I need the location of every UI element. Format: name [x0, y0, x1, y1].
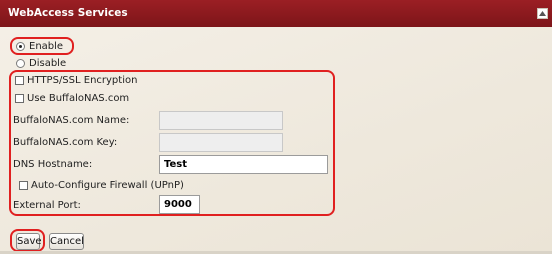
- panel-title: WebAccess Services: [8, 7, 128, 19]
- cancel-button[interactable]: Cancel: [49, 233, 84, 250]
- buffalonas-key-label: BuffaloNAS.com Key:: [13, 137, 118, 148]
- https-ssl-option[interactable]: HTTPS/SSL Encryption: [15, 75, 137, 86]
- save-button[interactable]: Save: [16, 233, 42, 250]
- panel-header: WebAccess Services: [0, 0, 552, 27]
- external-port-label: External Port:: [13, 200, 81, 211]
- collapse-up-icon[interactable]: [537, 8, 548, 19]
- use-buffalonas-option[interactable]: Use BuffaloNAS.com: [15, 93, 129, 104]
- dns-hostname-field[interactable]: Test: [159, 155, 328, 174]
- buffalonas-name-field[interactable]: [159, 111, 283, 130]
- upnp-checkbox[interactable]: [19, 181, 28, 190]
- disable-label: Disable: [29, 58, 67, 69]
- upnp-label: Auto-Configure Firewall (UPnP): [31, 180, 184, 191]
- dns-hostname-label: DNS Hostname:: [13, 159, 93, 170]
- https-ssl-label: HTTPS/SSL Encryption: [27, 75, 138, 86]
- buffalonas-name-label: BuffaloNAS.com Name:: [13, 115, 130, 126]
- disable-option[interactable]: Disable: [16, 58, 66, 69]
- panel-content: Enable Disable HTTPS/SSL Encryption Use …: [0, 27, 552, 254]
- use-buffalonas-checkbox[interactable]: [15, 94, 24, 103]
- https-ssl-checkbox[interactable]: [15, 76, 24, 85]
- buffalonas-key-field[interactable]: [159, 133, 283, 152]
- upnp-option[interactable]: Auto-Configure Firewall (UPnP): [19, 180, 184, 191]
- enable-label: Enable: [29, 41, 64, 52]
- disable-radio[interactable]: [16, 59, 25, 68]
- use-buffalonas-label: Use BuffaloNAS.com: [27, 93, 130, 104]
- enable-radio[interactable]: [16, 42, 25, 51]
- external-port-field[interactable]: 9000: [159, 195, 200, 214]
- enable-option[interactable]: Enable: [16, 41, 63, 52]
